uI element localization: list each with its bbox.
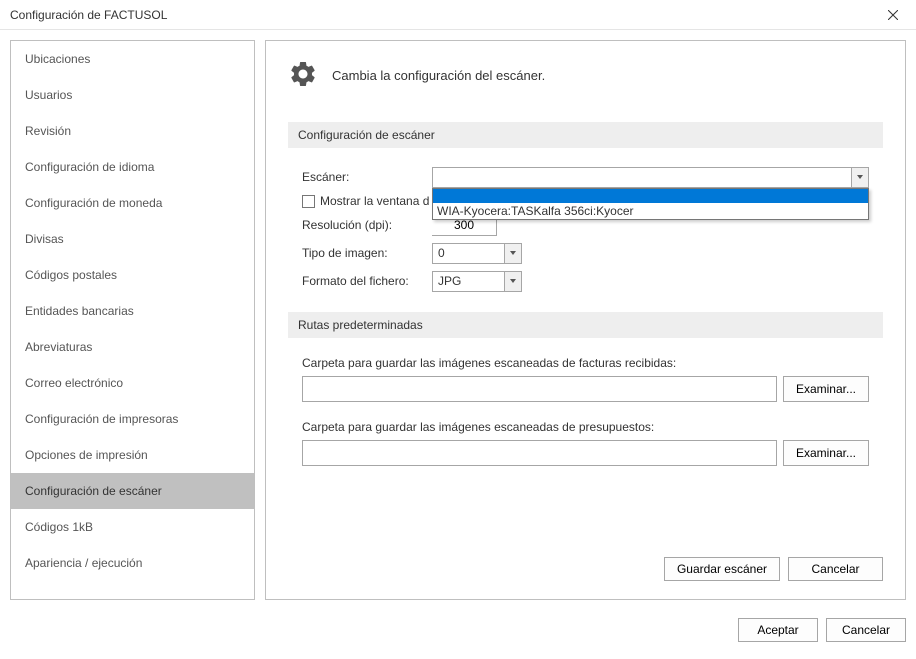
sidebar-item-idioma[interactable]: Configuración de idioma bbox=[11, 149, 254, 185]
browse-budgets-button[interactable]: Examinar... bbox=[783, 440, 869, 466]
window-title: Configuración de FACTUSOL bbox=[10, 8, 167, 22]
file-format-label: Formato del fichero: bbox=[302, 274, 432, 288]
close-icon[interactable] bbox=[870, 0, 916, 30]
image-type-label: Tipo de imagen: bbox=[302, 246, 432, 260]
accept-button[interactable]: Aceptar bbox=[738, 618, 818, 642]
sidebar-item-codigos-1kb[interactable]: Códigos 1kB bbox=[11, 509, 254, 545]
image-type-dropdown[interactable]: 0 bbox=[432, 243, 522, 264]
content-title: Cambia la configuración del escáner. bbox=[332, 68, 545, 83]
budgets-path-label: Carpeta para guardar las imágenes escane… bbox=[302, 420, 869, 434]
sidebar-item-impresoras[interactable]: Configuración de impresoras bbox=[11, 401, 254, 437]
show-window-checkbox[interactable] bbox=[302, 195, 315, 208]
titlebar: Configuración de FACTUSOL bbox=[0, 0, 916, 30]
resolution-label: Resolución (dpi): bbox=[302, 218, 432, 232]
sidebar-item-apariencia[interactable]: Apariencia / ejecución bbox=[11, 545, 254, 581]
sidebar-item-moneda[interactable]: Configuración de moneda bbox=[11, 185, 254, 221]
sidebar-item-codigos-postales[interactable]: Códigos postales bbox=[11, 257, 254, 293]
chevron-down-icon[interactable] bbox=[504, 272, 521, 291]
section-scanner-config: Configuración de escáner bbox=[288, 122, 883, 148]
sidebar-item-divisas[interactable]: Divisas bbox=[11, 221, 254, 257]
budgets-path-input[interactable] bbox=[302, 440, 777, 466]
show-window-label: Mostrar la ventana d bbox=[320, 194, 429, 208]
browse-invoices-button[interactable]: Examinar... bbox=[783, 376, 869, 402]
sidebar-item-opciones-impresion[interactable]: Opciones de impresión bbox=[11, 437, 254, 473]
invoices-path-label: Carpeta para guardar las imágenes escane… bbox=[302, 356, 869, 370]
sidebar-item-revision[interactable]: Revisión bbox=[11, 113, 254, 149]
sidebar-item-correo[interactable]: Correo electrónico bbox=[11, 365, 254, 401]
paths-form: Carpeta para guardar las imágenes escane… bbox=[288, 356, 883, 484]
cancel-panel-button[interactable]: Cancelar bbox=[788, 557, 883, 581]
file-format-value: JPG bbox=[438, 274, 461, 288]
chevron-down-icon[interactable] bbox=[851, 168, 868, 187]
chevron-down-icon[interactable] bbox=[504, 244, 521, 263]
scanner-form: Escáner: WIA-Kyocera:TASKalfa 356ci:Kyoc… bbox=[288, 166, 883, 312]
gear-icon bbox=[288, 59, 318, 92]
image-type-value: 0 bbox=[438, 246, 445, 260]
invoices-path-input[interactable] bbox=[302, 376, 777, 402]
file-format-dropdown[interactable]: JPG bbox=[432, 271, 522, 292]
sidebar-item-usuarios[interactable]: Usuarios bbox=[11, 77, 254, 113]
content-header: Cambia la configuración del escáner. bbox=[288, 59, 883, 92]
scanner-dropdown[interactable] bbox=[432, 167, 869, 188]
dropdown-item-blank[interactable] bbox=[433, 189, 868, 203]
section-default-paths: Rutas predeterminadas bbox=[288, 312, 883, 338]
scanner-dropdown-list: WIA-Kyocera:TASKalfa 356ci:Kyocer bbox=[432, 188, 869, 220]
sidebar-item-ubicaciones[interactable]: Ubicaciones bbox=[11, 41, 254, 77]
dialog-footer: Aceptar Cancelar bbox=[0, 610, 916, 650]
sidebar-item-escaner[interactable]: Configuración de escáner bbox=[11, 473, 254, 509]
main-container: Ubicaciones Usuarios Revisión Configurac… bbox=[0, 30, 916, 610]
save-scanner-button[interactable]: Guardar escáner bbox=[664, 557, 780, 581]
dropdown-item-kyocera[interactable]: WIA-Kyocera:TASKalfa 356ci:Kyocer bbox=[433, 203, 868, 219]
cancel-dialog-button[interactable]: Cancelar bbox=[826, 618, 906, 642]
content-panel: Cambia la configuración del escáner. Con… bbox=[265, 40, 906, 600]
scanner-label: Escáner: bbox=[302, 170, 432, 184]
sidebar: Ubicaciones Usuarios Revisión Configurac… bbox=[10, 40, 255, 600]
sidebar-item-abreviaturas[interactable]: Abreviaturas bbox=[11, 329, 254, 365]
panel-footer: Guardar escáner Cancelar bbox=[288, 547, 883, 581]
sidebar-item-entidades[interactable]: Entidades bancarias bbox=[11, 293, 254, 329]
